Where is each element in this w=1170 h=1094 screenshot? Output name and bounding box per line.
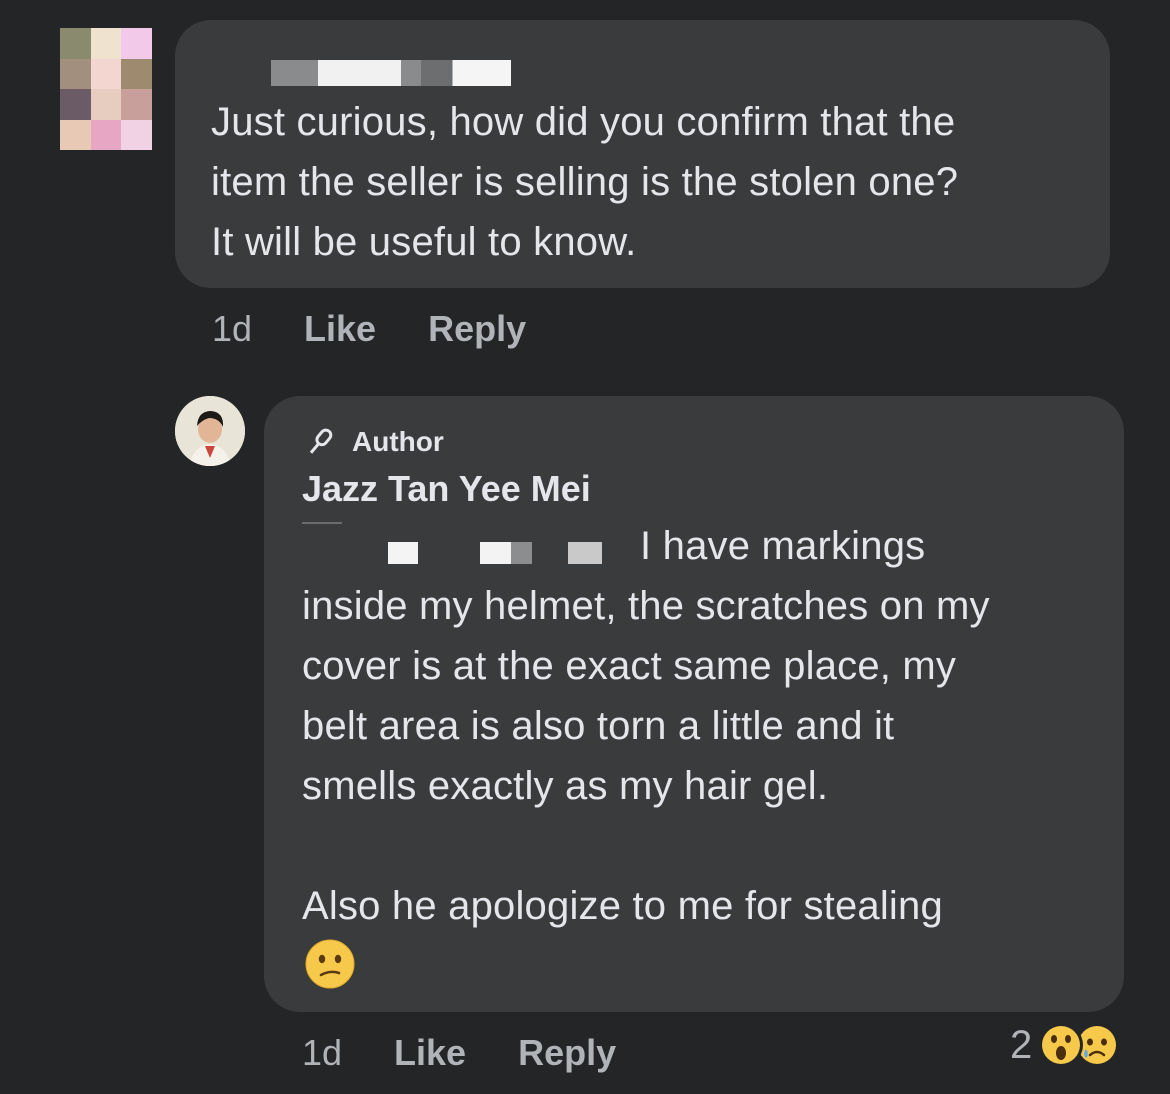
- like-button[interactable]: Like: [304, 308, 376, 350]
- redacted-text: [302, 522, 642, 566]
- reply-time[interactable]: 1d: [302, 1032, 342, 1074]
- avatar-pixelated[interactable]: [60, 28, 152, 150]
- comment-text: Just curious, how did you confirm that t…: [211, 100, 959, 264]
- reply-text-line1: I have markings: [640, 524, 926, 568]
- reaction-summary[interactable]: 2: [1010, 1022, 1120, 1068]
- redacted-name-part: [421, 60, 511, 86]
- comment-meta: 1d Like Reply: [212, 308, 526, 350]
- reply-meta: 1d Like Reply: [302, 1032, 616, 1074]
- comment-time[interactable]: 1d: [212, 308, 252, 350]
- microphone-icon: [302, 424, 338, 460]
- reply-button[interactable]: Reply: [428, 308, 526, 350]
- author-badge-label: Author: [352, 426, 444, 457]
- reaction-count: 2: [1010, 1022, 1033, 1067]
- like-button[interactable]: Like: [394, 1032, 466, 1074]
- confused-face-icon: [304, 938, 356, 990]
- author-name[interactable]: Jazz Tan Yee Mei: [302, 468, 591, 510]
- author-avatar[interactable]: [175, 396, 245, 466]
- author-badge: Author: [302, 424, 444, 460]
- reply-button[interactable]: Reply: [518, 1032, 616, 1074]
- wow-reaction-icon: [1038, 1022, 1084, 1068]
- comment-bubble: Just curious, how did you confirm that t…: [175, 20, 1110, 288]
- reply-text: inside my helmet, the scratches on my co…: [302, 584, 990, 928]
